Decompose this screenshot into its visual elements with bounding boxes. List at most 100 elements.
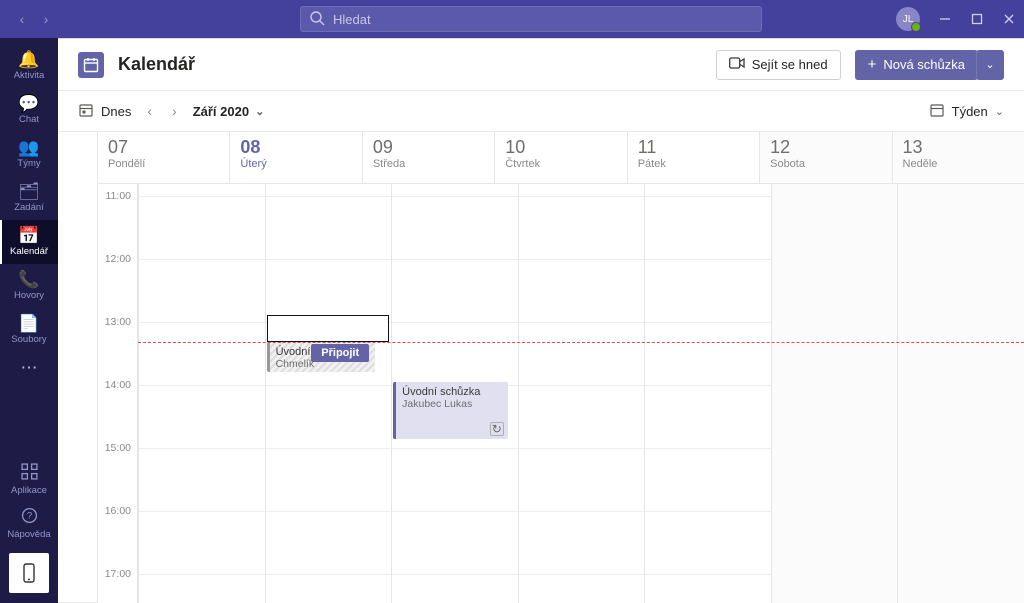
rail-item-activity[interactable]: 🔔 Aktivita [0, 44, 58, 88]
recurring-icon: ↻ [490, 422, 504, 436]
event-title: Úvodní schůzka [402, 386, 502, 398]
today-icon [78, 102, 94, 121]
day-headers: 07 Pondělí08 Úterý09 Středa10 Čtvrtek11 … [98, 132, 1024, 184]
now-indicator [138, 342, 1024, 343]
day-number: 09 [373, 138, 484, 158]
calendar-toolbar: Dnes ‹ › Září 2020 ⌄ Týden ⌄ [58, 91, 1024, 131]
today-button[interactable]: Dnes [78, 102, 131, 121]
month-picker[interactable]: Září 2020 ⌄ [193, 104, 265, 119]
files-icon: 📄 [18, 315, 39, 332]
day-number: 07 [108, 138, 219, 158]
help-icon: ? [21, 507, 38, 527]
day-number: 11 [638, 138, 749, 158]
time-label: 11:00 [106, 190, 132, 202]
rail-item-teams[interactable]: 👥 Týmy [0, 132, 58, 176]
time-label: 17:00 [105, 568, 131, 580]
search-icon [309, 10, 325, 29]
rail-item-apps[interactable]: Aplikace [0, 457, 58, 501]
rail-label: Kalendář [10, 246, 48, 257]
camera-icon [729, 57, 745, 72]
day-header[interactable]: 12 Sobota [759, 132, 891, 183]
rail-label: Aplikace [11, 485, 47, 496]
view-label: Týden [952, 104, 988, 119]
prev-week-button[interactable]: ‹ [145, 103, 154, 119]
time-gutter: 11:0012:0013:0014:0015:0016:0017:00 [98, 184, 138, 603]
calendar-grid: 07 Pondělí08 Úterý09 Středa10 Čtvrtek11 … [58, 131, 1024, 603]
day-number: 08 [240, 138, 351, 158]
day-column[interactable] [771, 184, 898, 603]
day-header[interactable]: 09 Středa [362, 132, 494, 183]
month-label-text: Září 2020 [193, 104, 249, 119]
rail-label: Chat [19, 114, 39, 125]
new-meeting-label: Nová schůzka [883, 57, 965, 72]
view-switcher[interactable]: Týden ⌄ [929, 102, 1004, 121]
day-name: Středa [373, 158, 484, 170]
day-column[interactable] [897, 184, 1024, 603]
time-gutter-header [58, 132, 98, 603]
time-label: 13:00 [105, 316, 131, 328]
apps-icon [21, 463, 38, 483]
day-column[interactable] [138, 184, 265, 603]
rail-label: Zadání [14, 202, 44, 213]
rail-mobile-button[interactable] [9, 553, 49, 593]
day-column[interactable] [518, 184, 645, 603]
day-column[interactable]: Úvodní ChmelíkPřipojit [265, 184, 392, 603]
day-name: Čtvrtek [505, 158, 616, 170]
day-name: Úterý [240, 158, 351, 170]
rail-item-chat[interactable]: 💬 Chat [0, 88, 58, 132]
calendar-event[interactable]: Úvodní schůzka Jakubec Lukas ↻ [393, 382, 508, 439]
day-header[interactable]: 10 Čtvrtek [494, 132, 626, 183]
rail-item-assignments[interactable]: 🗂 Zadání [0, 176, 58, 220]
day-header[interactable]: 11 Pátek [627, 132, 759, 183]
day-header[interactable]: 07 Pondělí [98, 132, 229, 183]
window-minimize-icon[interactable] [938, 12, 952, 26]
day-name: Sobota [770, 158, 881, 170]
rail-label: Týmy [17, 158, 40, 169]
rail-item-help[interactable]: ? Nápověda [0, 501, 58, 545]
meet-now-button[interactable]: Sejít se hned [716, 50, 841, 80]
day-name: Pondělí [108, 158, 219, 170]
chevron-down-icon: ⌄ [985, 58, 994, 71]
chat-icon: 💬 [18, 95, 39, 112]
rail-item-calls[interactable]: 📞 Hovory [0, 264, 58, 308]
time-label: 14:00 [105, 379, 131, 391]
day-number: 12 [770, 138, 881, 158]
svg-text:?: ? [26, 510, 31, 521]
rail-item-files[interactable]: 📄 Soubory [0, 308, 58, 352]
day-header[interactable]: 13 Neděle [892, 132, 1024, 183]
day-number: 10 [505, 138, 616, 158]
join-button[interactable]: Připojit [311, 344, 369, 362]
chevron-down-icon: ⌄ [255, 105, 264, 118]
window-close-icon[interactable] [1002, 12, 1016, 26]
page-title: Kalendář [118, 54, 195, 75]
time-label: 16:00 [105, 505, 131, 517]
day-name: Pátek [638, 158, 749, 170]
next-week-button[interactable]: › [170, 103, 179, 119]
day-header[interactable]: 08 Úterý [229, 132, 361, 183]
event-organizer: Jakubec Lukas [402, 398, 502, 410]
avatar[interactable]: JL [896, 7, 920, 31]
day-column[interactable]: Úvodní schůzka Jakubec Lukas ↻ [391, 184, 518, 603]
calendar-app-icon [78, 52, 104, 78]
window-maximize-icon[interactable] [970, 12, 984, 26]
teams-icon: 👥 [18, 139, 39, 156]
rail-label: Soubory [11, 334, 46, 345]
rail-label: Hovory [14, 290, 44, 301]
day-column[interactable] [644, 184, 771, 603]
new-meeting-button[interactable]: + Nová schůzka [855, 50, 978, 80]
history-forward-icon[interactable]: › [38, 11, 54, 27]
rail-item-calendar[interactable]: 📅 Kalendář [0, 220, 58, 264]
day-name: Neděle [903, 158, 1014, 170]
calendar-body[interactable]: 11:0012:0013:0014:0015:0016:0017:00 Úvod… [98, 184, 1024, 603]
bell-icon: 🔔 [18, 51, 39, 68]
rail-more[interactable]: ⋯ [21, 352, 38, 384]
left-rail: 🔔 Aktivita 💬 Chat 👥 Týmy 🗂 Zadání 📅 Kale… [0, 38, 58, 603]
history-back-icon[interactable]: ‹ [14, 11, 30, 27]
new-event-placeholder[interactable] [267, 315, 390, 342]
new-meeting-dropdown[interactable]: ⌄ [976, 50, 1004, 80]
rail-label: Nápověda [7, 529, 50, 540]
chevron-down-icon: ⌄ [995, 105, 1004, 118]
search-input[interactable]: Hledat [300, 6, 762, 32]
day-number: 13 [903, 138, 1014, 158]
days-container: Úvodní ChmelíkPřipojitÚvodní schůzka Jak… [138, 184, 1024, 603]
